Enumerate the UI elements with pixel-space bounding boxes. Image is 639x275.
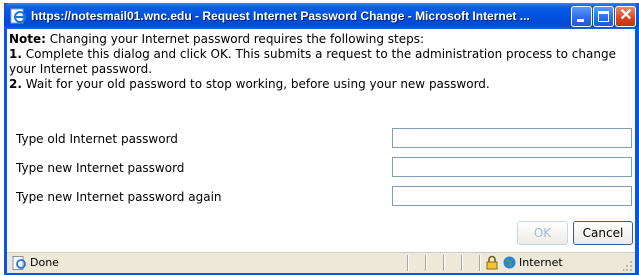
status-divider <box>443 255 445 271</box>
status-text: Done <box>30 256 59 269</box>
status-divider <box>407 255 409 271</box>
instructions-note: Note: Changing your Internet password re… <box>9 32 631 92</box>
resize-grip-icon[interactable] <box>623 259 633 271</box>
step-2-text: Wait for your old password to stop worki… <box>21 77 490 91</box>
cancel-button[interactable]: Cancel <box>573 221 633 245</box>
note-line-intro: Note: Changing your Internet password re… <box>9 32 631 47</box>
close-button[interactable]: ✕ <box>615 6 636 27</box>
confirm-password-label: Type new Internet password again <box>16 190 222 204</box>
status-divider <box>461 255 463 271</box>
new-password-label: Type new Internet password <box>16 161 185 175</box>
note-intro: Changing your Internet password requires… <box>45 32 425 46</box>
title-bar[interactable]: https://notesmail01.wnc.edu - Request In… <box>4 3 639 29</box>
status-divider <box>425 255 427 271</box>
maximize-button[interactable] <box>593 6 614 27</box>
note-step-2: 2. Wait for your old password to stop wo… <box>9 77 631 92</box>
globe-icon <box>503 256 516 269</box>
status-divider <box>479 255 481 271</box>
old-password-field[interactable] <box>392 128 632 148</box>
close-icon: ✕ <box>619 7 633 24</box>
step-1-number: 1. <box>9 47 22 61</box>
ok-button[interactable]: OK <box>517 221 568 245</box>
status-bar: Done Internet <box>7 252 635 273</box>
step-1-text: Complete this dialog and click OK. This … <box>9 47 616 76</box>
maximize-icon <box>598 11 609 22</box>
confirm-password-field[interactable] <box>392 186 632 206</box>
ie-page-icon <box>12 256 26 270</box>
padlock-icon <box>486 255 498 270</box>
minimize-icon <box>577 19 584 22</box>
note-step-1: 1. Complete this dialog and click OK. Th… <box>9 47 631 77</box>
security-zone-label: Internet <box>519 256 563 269</box>
window-title: https://notesmail01.wnc.edu - Request In… <box>31 9 530 23</box>
new-password-field[interactable] <box>392 157 632 177</box>
old-password-label: Type old Internet password <box>16 132 178 146</box>
minimize-button[interactable] <box>571 6 592 27</box>
step-2-number: 2. <box>9 77 22 91</box>
ie-page-icon <box>10 8 26 24</box>
note-heading: Note: <box>9 32 46 46</box>
dialog-content: Note: Changing your Internet password re… <box>7 29 635 252</box>
browser-popup-window: https://notesmail01.wnc.edu - Request In… <box>4 3 639 275</box>
